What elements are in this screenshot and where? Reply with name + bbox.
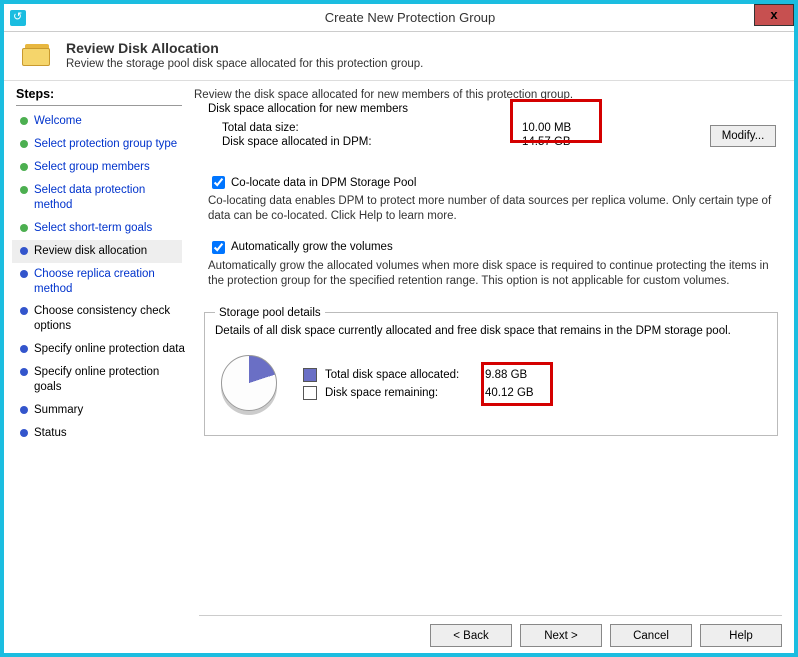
back-button[interactable]: < Back xyxy=(430,624,512,647)
colocate-label: Co-locate data in DPM Storage Pool xyxy=(231,177,416,189)
check-icon xyxy=(20,140,28,148)
legend-allocated-value: 9.88 GB xyxy=(485,369,545,381)
cancel-button[interactable]: Cancel xyxy=(610,624,692,647)
bullet-icon xyxy=(20,429,28,437)
step-label: Specify online protection data xyxy=(34,342,186,357)
modify-button[interactable]: Modify... xyxy=(710,125,776,147)
legend-remaining: Disk space remaining: 40.12 GB xyxy=(303,384,545,402)
bullet-icon xyxy=(20,270,28,278)
check-icon xyxy=(20,117,28,125)
window-title: Create New Protection Group xyxy=(26,10,794,25)
step-online-protection-goals: Specify online protection goals xyxy=(16,361,190,399)
autogrow-row: Automatically grow the volumes xyxy=(208,238,782,257)
storage-pool-title: Storage pool details xyxy=(215,307,325,319)
wizard-buttons: < Back Next > Cancel Help xyxy=(199,615,782,647)
storage-pool-fieldset: Storage pool details Details of all disk… xyxy=(204,307,778,436)
help-button[interactable]: Help xyxy=(700,624,782,647)
step-replica-method[interactable]: Choose replica creation method xyxy=(16,263,190,301)
step-label: Select protection group type xyxy=(34,137,186,152)
titlebar[interactable]: Create New Protection Group x xyxy=(4,4,794,32)
step-label: Select short-term goals xyxy=(34,221,186,236)
bullet-icon xyxy=(20,368,28,376)
window-frame: Create New Protection Group x Review Dis… xyxy=(0,0,798,657)
step-review-disk[interactable]: Review disk allocation xyxy=(12,240,182,263)
colocate-row: Co-locate data in DPM Storage Pool xyxy=(208,173,782,192)
storage-pool-desc: Details of all disk space currently allo… xyxy=(215,325,767,337)
legend-allocated-label: Total disk space allocated: xyxy=(325,369,485,381)
bullet-icon xyxy=(20,345,28,353)
step-select-group-type[interactable]: Select protection group type xyxy=(16,133,190,156)
bullet-icon xyxy=(20,247,28,255)
step-label: Select data protection method xyxy=(34,183,186,213)
autogrow-checkbox[interactable] xyxy=(212,241,225,254)
legend-remaining-value: 40.12 GB xyxy=(485,387,545,399)
autogrow-label: Automatically grow the volumes xyxy=(231,241,393,253)
page-title: Review Disk Allocation xyxy=(66,40,782,56)
step-label: Choose replica creation method xyxy=(34,267,186,297)
steps-sidebar: Steps: Welcome Select protection group t… xyxy=(4,81,190,617)
content-panel: Review the disk space allocated for new … xyxy=(190,81,794,617)
bullet-icon xyxy=(20,307,28,315)
legend-remaining-label: Disk space remaining: xyxy=(325,387,485,399)
row-total-data: Total data size: 10.00 MB xyxy=(222,121,782,135)
check-icon xyxy=(20,224,28,232)
check-icon xyxy=(20,186,28,194)
check-icon xyxy=(20,163,28,171)
autogrow-desc: Automatically grow the allocated volumes… xyxy=(208,259,782,289)
close-icon[interactable]: x xyxy=(754,4,794,26)
folder-icon xyxy=(22,40,54,68)
step-label: Specify online protection goals xyxy=(34,365,186,395)
colocate-desc: Co-locating data enables DPM to protect … xyxy=(208,194,782,224)
step-label: Select group members xyxy=(34,160,186,175)
app-icon xyxy=(10,10,26,26)
allocated-label: Disk space allocated in DPM: xyxy=(222,136,522,148)
page-subtitle: Review the storage pool disk space alloc… xyxy=(66,58,782,70)
swatch-remaining-icon xyxy=(303,386,317,400)
next-button[interactable]: Next > xyxy=(520,624,602,647)
allocated-value: 14.57 GB xyxy=(522,136,592,148)
step-online-protection-data: Specify online protection data xyxy=(16,338,190,361)
step-select-members[interactable]: Select group members xyxy=(16,156,190,179)
legend-allocated: Total disk space allocated: 9.88 GB xyxy=(303,366,545,384)
step-protection-method[interactable]: Select data protection method xyxy=(16,179,190,217)
step-label: Choose consistency check options xyxy=(34,304,186,334)
row-allocated: Disk space allocated in DPM: 14.57 GB xyxy=(222,135,782,149)
content-intro: Review the disk space allocated for new … xyxy=(194,89,782,101)
step-welcome[interactable]: Welcome xyxy=(16,110,190,133)
bullet-icon xyxy=(20,406,28,414)
step-summary: Summary xyxy=(16,399,190,422)
total-data-value: 10.00 MB xyxy=(522,122,592,134)
steps-heading: Steps: xyxy=(16,87,182,106)
step-label: Summary xyxy=(34,403,186,418)
step-consistency-check: Choose consistency check options xyxy=(16,300,190,338)
step-label: Status xyxy=(34,426,186,441)
colocate-checkbox[interactable] xyxy=(212,176,225,189)
step-label: Welcome xyxy=(34,114,186,129)
step-short-term-goals[interactable]: Select short-term goals xyxy=(16,217,190,240)
step-label: Review disk allocation xyxy=(34,244,178,259)
step-status: Status xyxy=(16,422,190,445)
allocation-group-label: Disk space allocation for new members xyxy=(208,103,782,115)
pie-chart-icon xyxy=(215,349,285,419)
wizard-header: Review Disk Allocation Review the storag… xyxy=(4,32,794,81)
swatch-allocated-icon xyxy=(303,368,317,382)
total-data-label: Total data size: xyxy=(222,122,522,134)
